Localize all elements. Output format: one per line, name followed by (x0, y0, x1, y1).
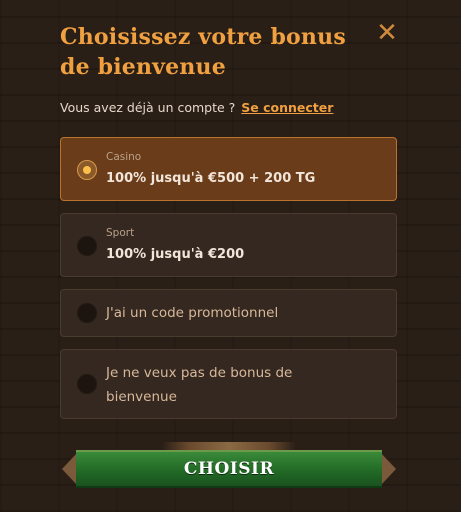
button-ornament (162, 442, 296, 450)
modal-title: Choisissez votre bonus de bienvenue (60, 24, 346, 80)
option-label: 100% jusqu'à €200 (106, 247, 245, 262)
choose-button-frame: CHOISIR (62, 442, 396, 492)
bonus-option-no-bonus[interactable]: Je ne veux pas de bonus de bienvenue (60, 349, 397, 419)
option-label: Je ne veux pas de bonus de bienvenue (106, 365, 293, 405)
option-label: J'ai un code promotionnel (106, 305, 279, 321)
bonus-option-promo-code[interactable]: J'ai un code promotionnel (60, 289, 397, 337)
bonus-option-sport[interactable]: Sport 100% jusqu'à €200 (60, 213, 397, 277)
bonus-option-casino[interactable]: Casino 100% jusqu'à €500 + 200 TG (60, 137, 397, 201)
option-category: Sport (106, 227, 135, 239)
radio-unselected-icon[interactable] (77, 236, 97, 256)
button-ornament-right (380, 452, 396, 486)
option-category: Casino (106, 151, 142, 163)
radio-unselected-icon[interactable] (77, 303, 97, 323)
login-prompt: Vous avez déjà un compte ? Se connecter (60, 100, 333, 115)
login-link[interactable]: Se connecter (241, 100, 333, 115)
option-label: 100% jusqu'à €500 + 200 TG (106, 171, 316, 186)
radio-selected-icon[interactable] (77, 160, 97, 180)
choose-button[interactable]: CHOISIR (76, 450, 382, 488)
radio-unselected-icon[interactable] (77, 374, 97, 394)
close-icon[interactable]: ✕ (374, 20, 400, 46)
login-prompt-text: Vous avez déjà un compte ? (60, 100, 236, 115)
